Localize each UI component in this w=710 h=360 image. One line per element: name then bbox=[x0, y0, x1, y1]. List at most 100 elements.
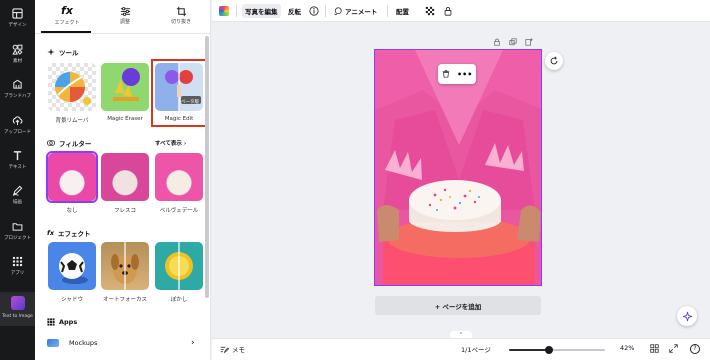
edit-photo-button[interactable]: 写真を編集 bbox=[242, 4, 281, 18]
effect-blur[interactable] bbox=[155, 242, 203, 290]
info-icon bbox=[309, 6, 319, 16]
rail-item-elements[interactable]: 素材 bbox=[0, 40, 35, 76]
magic-eraser-thumbnail bbox=[101, 63, 149, 111]
rail-item-text-to-image[interactable]: Text to Image bbox=[0, 292, 35, 326]
rail-item-design[interactable]: デザイン bbox=[0, 4, 35, 40]
flip-label: 反転 bbox=[288, 8, 301, 16]
page-indicator[interactable]: 1/1ページ bbox=[461, 344, 491, 354]
more-options-button[interactable]: ••• bbox=[457, 70, 472, 79]
section-title-text: エフェクト bbox=[58, 230, 91, 238]
rail-label: アップロード bbox=[4, 130, 31, 135]
app-label: Mockups bbox=[69, 339, 98, 347]
chevron-right-icon: › bbox=[191, 338, 195, 348]
tab-adjust[interactable]: 調整 bbox=[97, 4, 153, 32]
rail-label: 素材 bbox=[13, 59, 22, 64]
dog-thumbnail bbox=[111, 242, 139, 290]
rail-item-uploads[interactable]: アップロード bbox=[0, 111, 35, 147]
tab-crop[interactable]: 切り抜き bbox=[153, 4, 209, 32]
toolbar: 写真を編集 反転 アニメート 配置 bbox=[212, 0, 710, 22]
color-swatch-icon bbox=[219, 6, 229, 16]
crop-icon bbox=[176, 6, 186, 17]
filter-icon bbox=[47, 140, 55, 146]
color-picker-button[interactable] bbox=[219, 4, 229, 18]
selected-photo[interactable] bbox=[374, 49, 542, 286]
filters-see-all-link[interactable]: すべて表示 › bbox=[155, 139, 186, 147]
rail-label: テキスト bbox=[8, 165, 27, 170]
filter-fresco[interactable] bbox=[101, 153, 149, 201]
rail-item-draw[interactable]: 描画 bbox=[0, 181, 35, 217]
magic-assistant-button[interactable] bbox=[677, 306, 697, 326]
apps-section-title: Apps bbox=[47, 318, 77, 326]
toolbar-divider bbox=[236, 5, 237, 17]
zoom-slider-handle[interactable] bbox=[545, 346, 553, 354]
filter-label: フレスコ bbox=[113, 208, 136, 214]
rail-item-text[interactable]: テキスト bbox=[0, 146, 35, 182]
tool-label: Magic Edit bbox=[164, 116, 194, 122]
brand-icon bbox=[13, 79, 22, 89]
tool-magic-edit[interactable]: ベータ版 bbox=[155, 63, 203, 111]
element-context-menu: ••• bbox=[438, 64, 476, 84]
app-mockups[interactable]: Mockups › bbox=[47, 336, 207, 350]
effect-autofocus[interactable] bbox=[101, 242, 149, 290]
rotate-button[interactable] bbox=[545, 52, 563, 70]
filter-belvedere[interactable] bbox=[155, 153, 203, 201]
soccer-ball-thumbnail bbox=[59, 253, 88, 284]
transparency-button[interactable] bbox=[425, 4, 435, 18]
tool-magic-eraser[interactable] bbox=[101, 63, 149, 111]
rail-item-brand[interactable]: ブランドハブ bbox=[0, 75, 35, 111]
filter-none[interactable] bbox=[48, 153, 96, 201]
rail-label: ブランドハブ bbox=[4, 94, 31, 99]
tool-label: Magic Eraser bbox=[107, 116, 143, 122]
edit-photo-label: 写真を編集 bbox=[245, 8, 278, 16]
position-label: 配置 bbox=[396, 8, 409, 16]
position-button[interactable]: 配置 bbox=[396, 4, 409, 18]
sparkle-icon bbox=[47, 48, 55, 56]
add-page-icon[interactable] bbox=[525, 38, 533, 46]
panel-tabs: fx エフェクト 調整 切り抜き bbox=[35, 0, 211, 34]
filter-label: なし bbox=[66, 208, 78, 214]
tab-effects[interactable]: fx エフェクト bbox=[39, 4, 95, 32]
cake-photo bbox=[375, 50, 541, 285]
effect-shadow[interactable] bbox=[48, 242, 96, 290]
grid-view-button[interactable] bbox=[650, 344, 659, 353]
toolbar-divider bbox=[387, 5, 388, 17]
apps-grid-icon bbox=[47, 318, 55, 326]
info-button[interactable] bbox=[309, 4, 319, 18]
rail-label: デザイン bbox=[8, 23, 27, 28]
effect-label: オートフォーカス bbox=[102, 297, 147, 303]
rail-item-apps[interactable]: アプリ bbox=[0, 252, 35, 288]
apps-icon bbox=[12, 256, 23, 267]
filters-section-title: フィルター bbox=[47, 138, 91, 148]
help-icon: ? bbox=[690, 344, 700, 354]
fullscreen-icon bbox=[669, 344, 678, 353]
mockups-icon bbox=[47, 339, 59, 347]
duplicate-icon[interactable] bbox=[509, 38, 517, 46]
grid-view-icon bbox=[650, 344, 659, 353]
zoom-slider-fill bbox=[509, 349, 549, 351]
tab-label: エフェクト bbox=[54, 20, 80, 26]
add-page-button[interactable]: + ページを追加 bbox=[375, 296, 541, 315]
edit-photo-panel: fx エフェクト 調整 切り抜き ツール 背景リムーバ Magic Eraser… bbox=[35, 0, 211, 360]
zoom-level-label: 42% bbox=[620, 344, 635, 352]
rail-label: アプリ bbox=[10, 271, 25, 276]
panel-scrollbar[interactable] bbox=[205, 36, 209, 298]
rail-item-projects[interactable]: プロジェクト bbox=[0, 217, 35, 253]
lemon-thumbnail bbox=[165, 242, 193, 290]
tool-bg-remover[interactable] bbox=[48, 63, 96, 111]
zoom-level[interactable]: 42% bbox=[620, 344, 634, 352]
lock-icon bbox=[444, 7, 452, 16]
trash-icon[interactable] bbox=[442, 70, 450, 78]
lock-icon[interactable] bbox=[493, 38, 501, 46]
animate-button[interactable]: アニメート bbox=[333, 4, 377, 18]
fullscreen-button[interactable] bbox=[669, 344, 678, 353]
rail-label: プロジェクト bbox=[4, 236, 31, 241]
draw-icon bbox=[12, 185, 23, 196]
bg-remover-thumbnail bbox=[55, 72, 91, 105]
tools-section-title: ツール bbox=[47, 47, 79, 57]
zoom-slider[interactable] bbox=[509, 346, 605, 354]
tab-label: 調整 bbox=[119, 19, 130, 25]
help-button[interactable]: ? bbox=[690, 344, 700, 354]
flip-button[interactable]: 反転 bbox=[288, 4, 301, 18]
notes-button[interactable]: メモ bbox=[220, 344, 245, 354]
lock-button[interactable] bbox=[443, 4, 453, 18]
